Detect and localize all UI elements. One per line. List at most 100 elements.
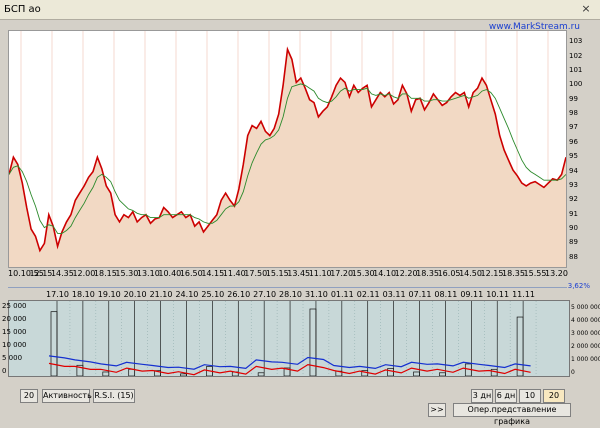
time-tick-label: 15.30 (115, 269, 139, 278)
volume-bar (128, 368, 136, 376)
price-tick-label: 100 (569, 80, 583, 89)
volume-right-tick: 1 000 000 (571, 356, 600, 363)
time-tick-label: 15.15 (265, 269, 289, 278)
rsi-button[interactable]: R.S.I. (15) (93, 389, 135, 403)
time-tick-label: 12.00 (72, 269, 96, 278)
price-tick-label: 90 (569, 224, 578, 233)
volume-left-tick: 10 000 (2, 341, 27, 349)
price-tick-label: 102 (569, 51, 583, 60)
volume-date-label: 02.11 (356, 290, 380, 299)
time-tick-label: 16.05 (437, 269, 461, 278)
volume-date-label: 09.11 (460, 290, 484, 299)
volume-date-label: 19.10 (97, 290, 121, 299)
time-tick-label: 18.35 (502, 269, 525, 278)
separator (8, 287, 567, 288)
range-3d-button[interactable]: 3 дн (471, 389, 493, 403)
volume-date-label: 26.10 (227, 290, 251, 299)
time-tick-label: 15.55 (523, 269, 547, 278)
close-icon[interactable]: × (580, 3, 592, 15)
volume-right-tick: 3 000 000 (571, 330, 600, 337)
time-tick-label: 14.35 (50, 269, 74, 278)
scroll-forward-button[interactable]: >> (428, 403, 446, 417)
volume-bar (413, 371, 420, 376)
volume-date-axis: 17.10 18.10 19.10 20.10 21.10 24.10 25.10 26.10… (8, 290, 567, 300)
price-tick-label: 91 (569, 209, 578, 218)
volume-left-tick: 25 000 (2, 302, 27, 310)
time-tick-label: 15.30 (351, 269, 375, 278)
time-tick-label: 17.50 (244, 269, 268, 278)
window-title: БСП ао (4, 4, 41, 15)
time-tick-label: 11.10 (308, 269, 332, 278)
time-tick-label: 10.40 (158, 269, 182, 278)
percent-change: 3,62% (567, 282, 590, 290)
price-tick-label: 99 (569, 94, 578, 103)
price-tick-label: 101 (569, 65, 583, 74)
volume-bar (180, 373, 187, 376)
time-tick-label: 14.10 (373, 269, 397, 278)
volume-right-tick: 4 000 000 (571, 317, 600, 324)
volume-right-tick: 2 000 000 (571, 343, 600, 350)
volume-date-label: 21.10 (149, 290, 173, 299)
period-field[interactable]: 20 (20, 389, 38, 403)
time-tick-label: 13.45 (287, 269, 311, 278)
volume-bar (50, 311, 58, 376)
time-tick-label: 14.15 (201, 269, 225, 278)
volume-bar (490, 368, 498, 376)
price-tick-label: 97 (569, 123, 578, 132)
volume-left-tick: 15 000 (2, 328, 27, 336)
price-area (9, 49, 566, 267)
time-tick-label: 14.50 (459, 269, 482, 278)
range-6d-button[interactable]: 6 дн (495, 389, 517, 403)
time-tick-label: 18.35 (416, 269, 440, 278)
time-tick-label: 18.15 (93, 269, 117, 278)
volume-date-label: 11.11 (512, 290, 535, 299)
volume-bar (257, 372, 265, 376)
range-20d-button[interactable]: 20 дн (543, 389, 565, 412)
volume-date-label: 10.11 (486, 290, 510, 299)
time-tick-label: 16.50 (179, 269, 203, 278)
volume-date-label: 24.10 (175, 290, 199, 299)
price-tick-label: 89 (569, 238, 578, 247)
volume-bar (439, 372, 446, 376)
price-tick-label: 103 (569, 37, 583, 46)
title-bar: БСП ао × (0, 0, 600, 20)
activity-button[interactable]: Активность (42, 389, 92, 403)
range-10d-button[interactable]: 10 дн (519, 389, 541, 412)
volume-date-label: 28.10 (279, 290, 302, 299)
price-axis: 103 102 101 100 99 98 97 96 95 94 93 92 91 90 89 88 (567, 30, 600, 268)
time-tick-label: 12.15 (29, 269, 53, 278)
volume-chart (8, 300, 570, 377)
volume-date-label: 08.11 (434, 290, 458, 299)
volume-date-label: 20.10 (123, 290, 147, 299)
oper-view-button[interactable]: Опер.представление графика (453, 403, 571, 426)
volume-date-label: 27.10 (253, 290, 277, 299)
price-tick-label: 94 (569, 166, 578, 175)
volume-right-axis: 5 000 000 4 000 000 3 000 000 2 000 000 1 00… (570, 300, 600, 377)
price-tick-label: 93 (569, 180, 578, 189)
time-tick-label: 13.20 (545, 269, 568, 278)
volume-date-label: 18.10 (71, 290, 95, 299)
volume-bar (516, 316, 524, 376)
time-tick-label: 12.15 (480, 269, 504, 278)
volume-left-tick: 0 (2, 367, 7, 375)
volume-left-tick: 20 000 (2, 315, 27, 323)
price-tick-label: 92 (569, 195, 578, 204)
volume-date-label: 03.11 (382, 290, 406, 299)
volume-date-label: 07.11 (408, 290, 432, 299)
volume-right-tick: 0 (571, 369, 575, 376)
volume-date-label: 01.11 (330, 290, 354, 299)
volume-date-label: 25.10 (201, 290, 225, 299)
price-tick-label: 96 (569, 137, 578, 146)
time-axis: 10.10:55 12.15 14.35 12.00 18.15 15.30 13.10 10… (8, 268, 568, 280)
volume-date-label: 17.10 (46, 290, 69, 299)
time-tick-label: 17.20 (330, 269, 354, 278)
price-tick-label: 98 (569, 109, 578, 118)
price-chart (8, 30, 567, 268)
volume-right-tick: 5 000 000 (571, 304, 600, 311)
time-tick-label: 11.40 (222, 269, 246, 278)
volume-bar (387, 368, 394, 376)
volume-left-tick: 5 000 (2, 354, 23, 362)
volume-date-label: 31.10 (304, 290, 328, 299)
time-tick-label: 12.20 (394, 269, 418, 278)
volume-bar (102, 371, 110, 376)
